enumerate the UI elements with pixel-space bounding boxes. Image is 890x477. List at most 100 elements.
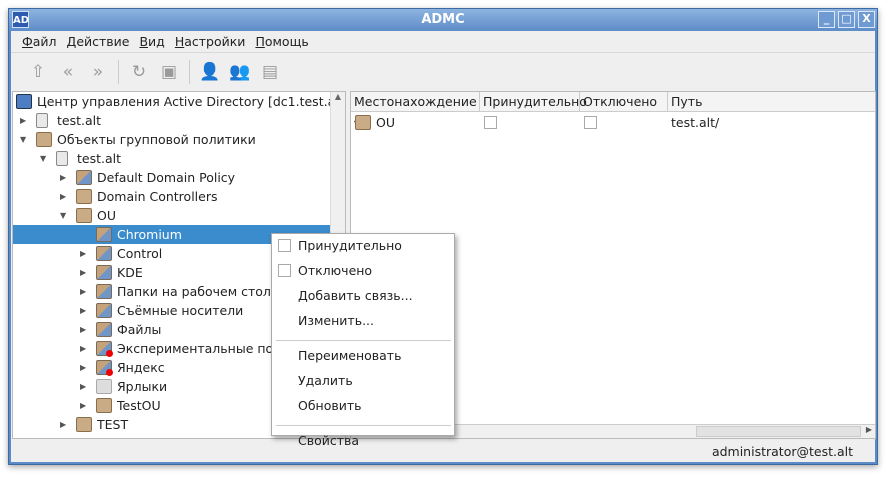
column-enforced[interactable]: Принудительно [480,92,587,112]
menu-label-rest: ид [148,34,165,49]
up-button[interactable]: ⇧ [25,59,51,85]
collapsed-arrow-icon[interactable]: ▶ [80,244,88,263]
collapsed-arrow-icon[interactable]: ▶ [80,263,88,282]
tree-item[interactable]: ▶ Domain Controllers [13,187,331,206]
tree-item-label: TEST [97,417,129,432]
collapsed-arrow-icon[interactable]: ▶ [20,111,28,130]
title-bar[interactable]: AD ADMC _ □ X [9,9,877,31]
expanded-arrow-icon[interactable]: ▼ [60,206,68,225]
tree-item-label: Центр управления Active Directory [dc1.t… [37,94,346,109]
context-menu: Принудительно Отключено Добавить связь... И… [271,233,455,448]
collapsed-arrow-icon[interactable]: ▶ [80,396,88,415]
tree-item[interactable]: ▼ Объекты групповой политики [13,130,331,149]
maximize-button[interactable]: □ [838,11,855,28]
menu-1[interactable]: Действие [62,31,135,52]
collapsed-arrow-icon[interactable]: ▶ [80,377,88,396]
menu-label-rest: астройки [184,34,246,49]
context-item-6[interactable]: Удалить [298,371,353,391]
menu-mnemonic: Н [174,34,185,49]
computer-icon [16,94,32,109]
expanded-arrow-icon[interactable]: ▼ [20,130,28,149]
menu-4[interactable]: Помощь [250,31,313,52]
tree-item-label: Съёмные носители [117,303,244,318]
menu-mnemonic: В [139,34,149,49]
close-button[interactable]: X [858,11,875,28]
app-icon: AD [12,11,29,28]
gpo-icon [96,303,112,318]
context-checkbox[interactable] [278,264,291,277]
tree-item[interactable]: ▶ Default Domain Policy [13,168,331,187]
tree-item[interactable]: ▼ test.alt [13,149,331,168]
tree-item-label: test.alt [77,151,122,166]
tree-item[interactable]: ▼ OU [13,206,331,225]
cell-path: test.alt/ [671,115,720,130]
column-path[interactable]: Путь [668,92,875,112]
disabled-checkbox[interactable] [584,116,597,129]
gpo-icon [96,246,112,261]
context-item-9[interactable]: Свойства [298,431,359,451]
group-button[interactable]: 👥 [227,59,253,85]
tree-item-label: Папки на рабочем столе [117,284,279,299]
collapsed-arrow-icon[interactable]: ▶ [80,358,88,377]
context-item-1[interactable]: Отключено [298,261,372,281]
menu-2[interactable]: Вид [134,31,169,52]
enforced-checkbox[interactable] [484,116,497,129]
tree-item-label: Domain Controllers [97,189,218,204]
status-user: administrator@test.alt [711,444,853,459]
cell-location: OU [376,115,395,130]
tree-item-label: Яндекс [117,360,165,375]
context-item-0[interactable]: Принудительно [298,236,402,256]
expanded-arrow-icon[interactable]: ▼ [40,149,48,168]
status-bar: administrator@test.alt [11,441,875,462]
ou-folder-icon [355,115,371,130]
properties-button[interactable]: ▣ [156,59,182,85]
context-item-7[interactable]: Обновить [298,396,362,416]
collapsed-arrow-icon[interactable]: ▶ [80,320,88,339]
context-item-3[interactable]: Изменить... [298,311,374,331]
column-location[interactable]: Местонахождение ▼ [351,92,480,128]
folder-icon [76,417,92,432]
scroll-thumb[interactable] [696,426,861,437]
collapsed-arrow-icon[interactable]: ▶ [80,301,88,320]
forward-button[interactable]: » [85,59,111,85]
tree-item[interactable]: Центр управления Active Directory [dc1.t… [13,92,345,111]
collapsed-arrow-icon[interactable]: ▶ [80,339,88,358]
menu-0[interactable]: Файл [17,31,62,52]
folder-icon [96,398,112,413]
gpo-error-icon [96,360,113,376]
menu-3[interactable]: Настройки [170,31,251,52]
gpo-icon [96,227,112,242]
scroll-right-icon[interactable]: ▶ [866,425,872,434]
back-button[interactable]: « [55,59,81,85]
collapsed-arrow-icon[interactable]: ▶ [80,282,88,301]
scroll-up-icon[interactable]: ▲ [331,92,345,101]
gpo-icon [96,265,112,280]
folder-icon [36,132,52,147]
context-item-5[interactable]: Переименовать [298,346,401,366]
forward-icon: » [92,62,104,82]
context-checkbox[interactable] [278,239,291,252]
ou-button[interactable]: ▤ [257,59,283,85]
gpo-icon [76,170,92,185]
toolbar: ⇧ « » ↻ ▣ 👤 👥 ▤ [11,56,875,88]
toolbar-separator [189,60,190,84]
user-button[interactable]: 👤 [197,59,223,85]
error-badge-icon [106,350,113,357]
minimize-button[interactable]: _ [818,11,835,28]
refresh-icon: ↻ [131,62,147,82]
context-item-2[interactable]: Добавить связь... [298,286,413,306]
column-disabled[interactable]: Отключено [580,92,668,112]
collapsed-arrow-icon[interactable]: ▶ [60,168,68,187]
menu-mnemonic: Д [66,34,77,49]
refresh-button[interactable]: ↻ [126,59,152,85]
up-icon: ⇧ [30,62,46,82]
table-header: Местонахождение ▼ Принудительно Отключен… [351,92,875,128]
table-row[interactable]: OU test.alt/ [351,113,875,132]
collapsed-arrow-icon[interactable]: ▶ [60,187,68,206]
folder-icon [76,208,92,223]
tree-item[interactable]: ▶ test.alt [13,111,331,130]
folder-icon [76,189,92,204]
collapsed-arrow-icon[interactable]: ▶ [60,415,68,434]
window-title: ADMC [421,12,465,27]
gpo-error-icon [96,341,113,357]
